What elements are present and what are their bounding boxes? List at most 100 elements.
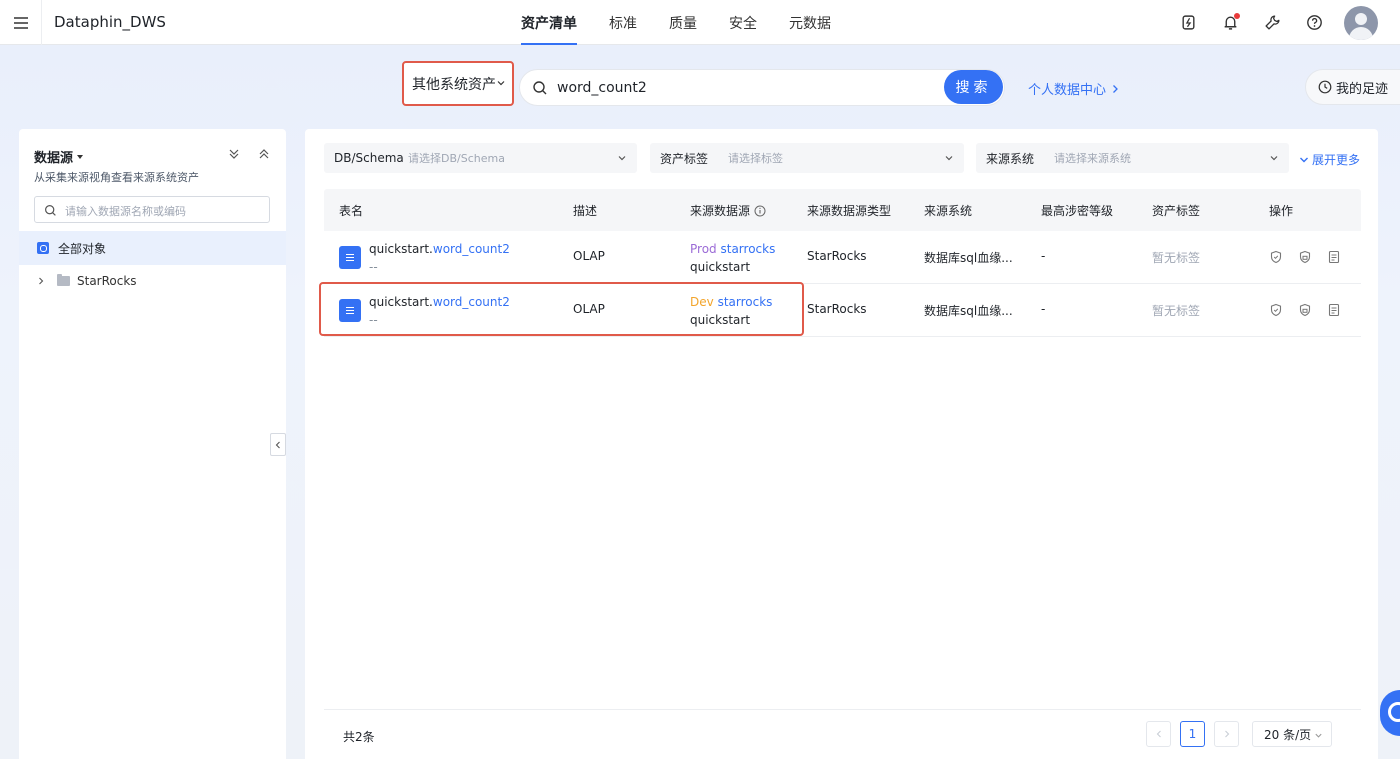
tree-tools [212,148,272,162]
chevron-down-icon [1300,157,1308,162]
chevron-down-icon [618,156,626,161]
cell-desc: OLAP [573,302,605,316]
security-lock-icon[interactable] [1298,250,1313,265]
col-level: 最高涉密等级 [1041,204,1114,218]
chevron-down-icon [1315,733,1322,738]
personal-data-center-link[interactable]: 个人数据中心 [1028,79,1120,98]
col-ops: 操作 [1269,204,1294,218]
notification-dot [1234,12,1240,19]
chevron-right-icon[interactable] [37,277,45,285]
row-actions [1269,250,1356,265]
prev-page-button[interactable] [1146,721,1171,747]
tab-metadata[interactable]: 元数据 [773,0,847,45]
chevron-right-icon [1113,84,1118,93]
source-name-link[interactable]: starrocks [720,242,775,256]
chevron-down-icon [1270,156,1278,161]
menu-icon[interactable] [0,0,42,45]
power-icon[interactable] [1178,13,1198,33]
tree-item-starrocks[interactable]: StarRocks [37,274,137,288]
table-name-prefix: quickstart. [369,242,433,256]
avatar[interactable] [1344,5,1378,40]
caret-down-icon [77,154,84,159]
table-name-link[interactable]: quickstart.word_count2 [369,242,510,256]
table-header: 表名 描述 来源数据源 来源数据源类型 来源系统 最高涉密等级 资产标签 操作 [324,189,1361,231]
search-query: word_count2 [557,80,647,96]
chevron-down-icon [497,81,505,86]
table-name-prefix: quickstart. [369,295,433,309]
table-file-icon [339,299,361,322]
asset-scope-value: 其他系统资产 [412,76,496,93]
db-schema-filter[interactable]: DB/Schema 请选择DB/Schema [324,143,637,173]
asset-tag-filter[interactable]: 资产标签 请选择标签 [650,143,964,173]
main-nav: 资产清单 标准 质量 安全 元数据 [505,0,847,45]
table-footer: 共2条 1 20 条/页 [324,709,1361,759]
tree-item-all-objects[interactable]: 全部对象 [19,231,286,265]
cell-source-type: StarRocks [807,302,867,316]
tab-asset-list[interactable]: 资产清单 [505,0,593,45]
wrench-icon[interactable] [1262,13,1282,33]
col-source-label: 来源数据源 [690,204,751,218]
expand-all-icon[interactable] [228,148,242,162]
floating-assistant-icon[interactable] [1380,690,1400,736]
source-name-link[interactable]: starrocks [718,295,773,309]
expand-more-label: 展开更多 [1312,153,1361,167]
search-icon [533,81,547,95]
tab-security[interactable]: 安全 [713,0,773,45]
search-button[interactable]: 搜索 [944,70,1003,104]
cell-tags: 暂无标签 [1152,251,1201,265]
info-icon[interactable] [754,205,766,217]
folder-icon [57,274,70,286]
col-tags: 资产标签 [1152,204,1201,218]
cell-source-system: 数据库sql血缘... [924,251,1013,265]
db-schema-placeholder: 请选择DB/Schema [408,152,505,165]
cell-source-db: quickstart [690,260,751,274]
page-size-value: 20 条/页 [1264,727,1312,742]
document-icon[interactable] [1327,303,1342,318]
top-bar: Dataphin_DWS 资产清单 标准 质量 安全 元数据 [0,0,1400,45]
table-row[interactable]: quickstart.word_count2 -- OLAP Dev starr… [324,284,1361,337]
datasource-search-placeholder: 请输入数据源名称或编码 [65,205,186,218]
source-system-filter[interactable]: 来源系统 请选择来源系统 [976,143,1289,173]
bell-icon[interactable] [1220,12,1240,33]
table-name-highlight: word_count2 [432,242,510,256]
collapse-all-icon[interactable] [258,148,272,162]
asset-scope-select[interactable]: 其他系统资产 [402,61,514,106]
all-objects-icon [37,242,49,254]
table-row[interactable]: quickstart.word_count2 -- OLAP Prod star… [324,231,1361,284]
datasource-dropdown[interactable]: 数据源 [34,147,84,166]
datasource-search-input[interactable]: 请输入数据源名称或编码 [34,196,270,223]
shield-icon[interactable] [1269,303,1284,318]
source-system-label: 来源系统 [986,151,1035,166]
search-input[interactable]: word_count2 [519,69,1005,106]
next-page-button[interactable] [1214,721,1239,747]
page-number-button[interactable]: 1 [1180,721,1205,747]
help-icon[interactable] [1304,13,1324,33]
datasource-title: 数据源 [34,151,74,166]
col-source-system: 来源系统 [924,204,973,218]
col-desc: 描述 [573,204,598,218]
expand-more-link[interactable]: 展开更多 [1299,151,1360,168]
panel-collapse-handle[interactable] [270,433,286,456]
table-name-link[interactable]: quickstart.word_count2 [369,295,510,309]
security-lock-icon[interactable] [1298,303,1313,318]
document-icon[interactable] [1327,250,1342,265]
shield-icon[interactable] [1269,250,1284,265]
page-size-select[interactable]: 20 条/页 [1252,721,1332,747]
cell-source-type: StarRocks [807,249,867,263]
app-title: Dataphin_DWS [54,13,166,31]
source-system-placeholder: 请选择来源系统 [1054,152,1131,165]
table-file-icon [339,246,361,269]
table-name-sub: -- [369,313,378,327]
cell-level: - [1041,249,1046,263]
chevron-left-icon [1156,730,1161,738]
asset-table: 表名 描述 来源数据源 来源数据源类型 来源系统 最高涉密等级 资产标签 操作 … [324,189,1361,337]
cell-source-db: quickstart [690,313,751,327]
cell-desc: OLAP [573,249,605,263]
tab-quality[interactable]: 质量 [653,0,713,45]
col-source-type: 来源数据源类型 [807,204,892,218]
my-footprint-button[interactable]: 我的足迹 [1305,69,1400,105]
asset-list-panel: DB/Schema 请选择DB/Schema 资产标签 请选择标签 来源系统 请… [305,129,1378,759]
asset-tag-label: 资产标签 [660,151,709,166]
tab-standard[interactable]: 标准 [593,0,653,45]
datasource-subtitle: 从采集来源视角查看来源系统资产 [34,171,199,184]
